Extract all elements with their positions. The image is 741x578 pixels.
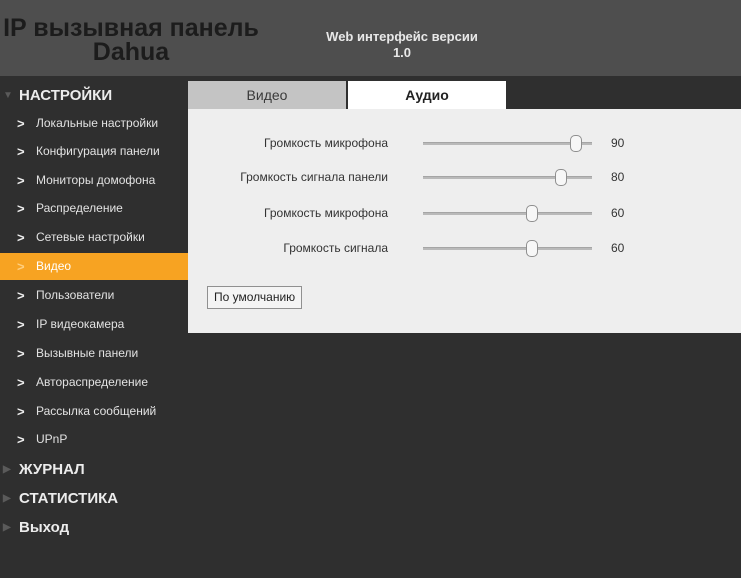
sidebar-item-upnp[interactable]: > UPnP: [0, 426, 188, 453]
triangle-right-icon: ▶: [3, 464, 11, 475]
sidebar-item-ip-camera[interactable]: > IP видеокамера: [0, 311, 188, 338]
audio-settings-panel: Громкость микрофона 90 Громкость сигнала…: [188, 109, 741, 333]
slider-thumb[interactable]: [526, 205, 538, 222]
section-settings[interactable]: ▼ НАСТРОЙКИ: [0, 82, 188, 110]
section-journal-label: ЖУРНАЛ: [19, 461, 85, 478]
section-journal[interactable]: ▶ ЖУРНАЛ: [0, 456, 188, 484]
sidebar-item-label: Сетевые настройки: [36, 230, 145, 244]
app-subtitle: Web интерфейс версии 1.0: [326, 29, 478, 60]
sidebar-item-network[interactable]: > Сетевые настройки: [0, 224, 188, 251]
sidebar-item-panel-config[interactable]: > Конфигурация панели: [0, 138, 188, 165]
chevron-right-icon: >: [17, 230, 25, 245]
sidebar-item-distribution[interactable]: > Распределение: [0, 195, 188, 222]
tab-video[interactable]: Видео: [188, 81, 346, 109]
chevron-right-icon: >: [17, 288, 25, 303]
chevron-right-icon: >: [17, 201, 25, 216]
tab-audio[interactable]: Аудио: [348, 81, 506, 109]
section-exit-label: Выход: [19, 519, 70, 536]
sidebar-item-label: Конфигурация панели: [36, 144, 160, 158]
slider-row: Громкость сигнала панели 80: [188, 165, 741, 189]
section-settings-label: НАСТРОЙКИ: [19, 87, 113, 104]
sidebar-item-label: Видео: [36, 259, 72, 273]
slider-row: Громкость микрофона 90: [188, 131, 741, 155]
slider-thumb[interactable]: [526, 240, 538, 257]
chevron-right-icon: >: [17, 144, 25, 159]
slider-value: 90: [611, 136, 625, 150]
chevron-right-icon: >: [17, 346, 25, 361]
slider-label: Громкость микрофона: [264, 206, 388, 220]
sidebar-item-label: Локальные настройки: [36, 116, 159, 130]
section-exit[interactable]: ▶ Выход: [0, 514, 188, 542]
slider-thumb[interactable]: [555, 169, 567, 186]
slider-track[interactable]: [423, 212, 592, 215]
slider-label: Громкость сигнала: [283, 241, 388, 255]
chevron-right-icon: >: [17, 404, 25, 419]
header: IP вызывная панель Dahua Web интерфейс в…: [0, 0, 741, 76]
slider-label: Громкость сигнала панели: [240, 170, 388, 184]
sidebar-item-label: UPnP: [36, 432, 68, 446]
slider-row: Громкость сигнала 60: [188, 236, 741, 260]
default-button[interactable]: По умолчанию: [207, 286, 303, 309]
sidebar-item-local-settings[interactable]: > Локальные настройки: [0, 110, 188, 137]
sidebar-item-label: Пользователи: [36, 288, 115, 302]
triangle-right-icon: ▶: [3, 493, 11, 504]
slider-thumb[interactable]: [570, 135, 582, 152]
sidebar-item-label: Автораспределение: [36, 375, 149, 389]
sidebar-item-label: Распределение: [36, 201, 123, 215]
slider-row: Громкость микрофона 60: [188, 201, 741, 225]
sidebar-item-call-panels[interactable]: > Вызывные панели: [0, 340, 188, 367]
sidebar-item-label: Рассылка сообщений: [36, 404, 157, 418]
section-statistics[interactable]: ▶ СТАТИСТИКА: [0, 485, 188, 513]
slider-value: 80: [611, 170, 625, 184]
slider-value: 60: [611, 206, 625, 220]
slider-track[interactable]: [423, 247, 592, 250]
chevron-right-icon: >: [17, 116, 25, 131]
slider-label: Громкость микрофона: [264, 136, 388, 150]
chevron-right-icon: >: [17, 375, 25, 390]
triangle-right-icon: ▶: [3, 522, 11, 533]
slider-value: 60: [611, 241, 625, 255]
sidebar-item-messages[interactable]: > Рассылка сообщений: [0, 398, 188, 425]
sidebar-item-label: IP видеокамера: [36, 317, 125, 331]
slider-track[interactable]: [423, 142, 592, 145]
app-title: IP вызывная панель Dahua: [3, 14, 259, 66]
tab-bar: Видео Аудио: [188, 76, 741, 109]
section-statistics-label: СТАТИСТИКА: [19, 490, 119, 507]
chevron-right-icon: >: [17, 317, 25, 332]
sidebar: ▼ НАСТРОЙКИ > Локальные настройки > Конф…: [0, 76, 188, 578]
sidebar-item-monitors[interactable]: > Мониторы домофона: [0, 167, 188, 194]
sidebar-item-video[interactable]: > Видео: [0, 253, 188, 280]
sidebar-item-label: Мониторы домофона: [36, 173, 156, 187]
chevron-right-icon: >: [17, 173, 25, 188]
sidebar-item-auto-distribution[interactable]: > Автораспределение: [0, 369, 188, 396]
sidebar-item-users[interactable]: > Пользователи: [0, 282, 188, 309]
chevron-right-icon: >: [17, 432, 25, 447]
triangle-down-icon: ▼: [3, 90, 13, 101]
chevron-right-icon: >: [17, 259, 25, 274]
sidebar-item-label: Вызывные панели: [36, 346, 139, 360]
